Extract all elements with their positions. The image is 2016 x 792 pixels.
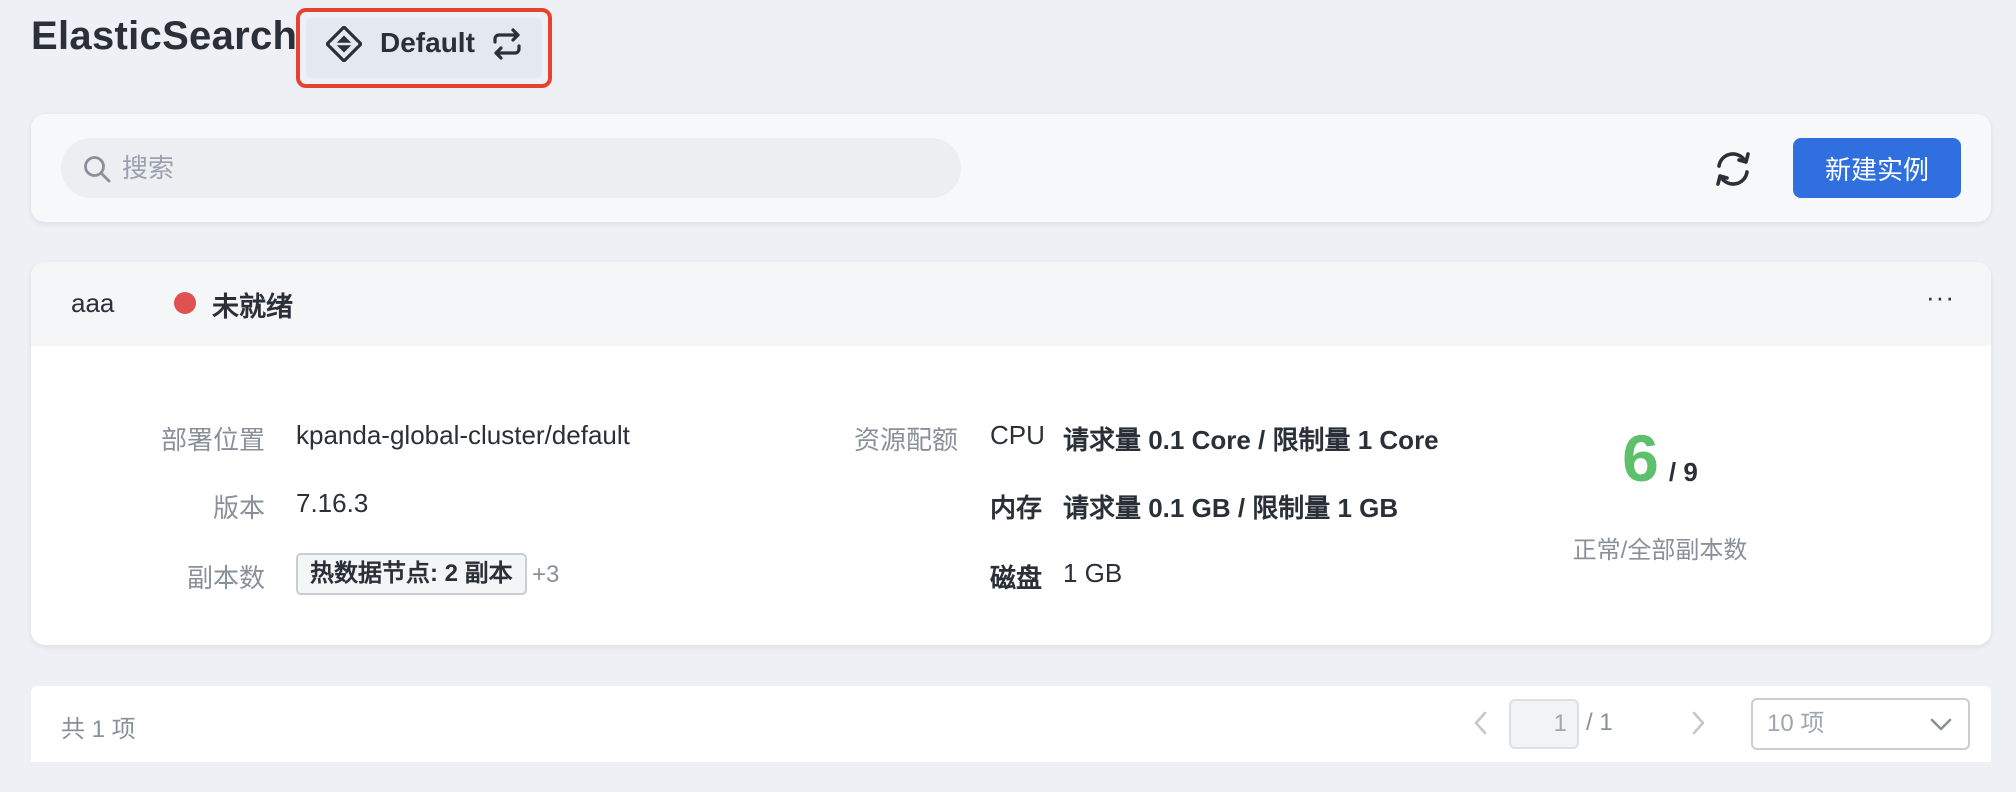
swap-arrows-icon[interactable] (490, 27, 524, 61)
status-dot-icon (174, 292, 196, 314)
search-input[interactable] (122, 146, 922, 190)
disk-label: 磁盘 (990, 563, 1043, 593)
deploy-location-value: kpanda-global-cluster/default (296, 420, 630, 450)
replicas-more-count[interactable]: +3 (532, 561, 559, 589)
replica-ratio: 6 / 9 (1570, 420, 1750, 496)
chevron-down-icon (1930, 718, 1952, 731)
page-number-input[interactable]: 1 (1509, 699, 1579, 749)
status-text: 未就绪 (212, 292, 293, 322)
refresh-icon[interactable] (1712, 148, 1754, 190)
workspace-name: Default (380, 27, 475, 58)
cpu-value: 请求量 0.1 Core / 限制量 1 Core (1063, 425, 1439, 455)
deploy-location-label: 部署位置 (160, 425, 265, 455)
total-count: 共 1 项 (61, 716, 136, 743)
version-value: 7.16.3 (296, 488, 369, 518)
replicas-tag: 热数据节点: 2 副本 (296, 553, 527, 595)
more-actions-button[interactable]: ··· (1926, 284, 1954, 316)
search-icon (84, 156, 111, 183)
page-total: / 1 (1586, 709, 1613, 736)
ready-replica-count: 6 (1622, 421, 1659, 495)
instance-card-header (31, 262, 1991, 346)
resource-quota-label: 资源配额 (853, 425, 958, 455)
new-instance-button[interactable]: 新建实例 (1793, 138, 1961, 198)
cpu-label: CPU (990, 420, 1045, 450)
memory-value: 请求量 0.1 GB / 限制量 1 GB (1063, 493, 1399, 523)
instance-name[interactable]: aaa (71, 288, 114, 319)
chevron-right-icon[interactable] (1683, 706, 1713, 740)
replicas-label: 副本数 (186, 563, 265, 593)
chevron-left-icon[interactable] (1466, 706, 1496, 740)
memory-label: 内存 (990, 493, 1043, 523)
app-title: ElasticSearch (31, 14, 298, 58)
disk-value: 1 GB (1063, 558, 1123, 588)
total-replica-count: / 9 (1668, 457, 1698, 487)
workspace-diamond-icon (326, 26, 362, 62)
replica-ratio-label: 正常/全部副本数 (1572, 537, 1748, 564)
version-label: 版本 (212, 493, 265, 523)
